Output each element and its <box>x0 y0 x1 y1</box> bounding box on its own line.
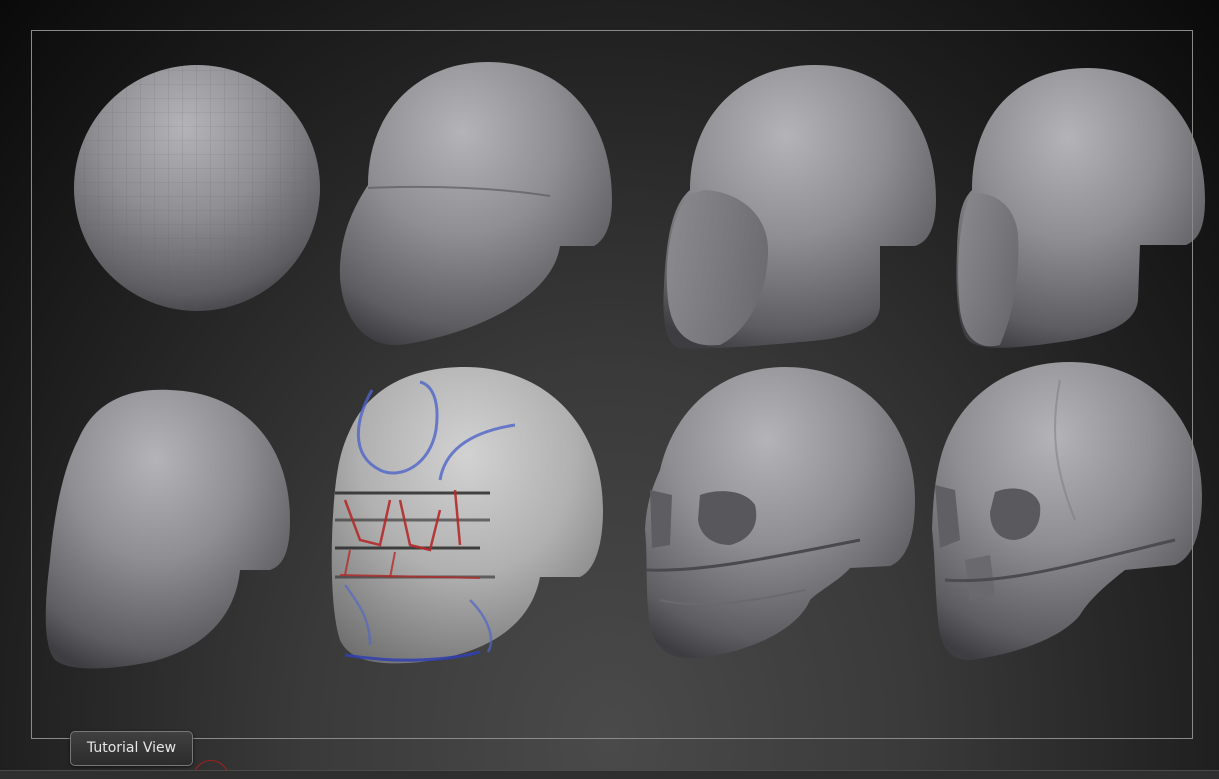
refined-blockout-stage[interactable] <box>956 68 1205 348</box>
zbrush-canvas[interactable] <box>0 0 1219 779</box>
sphere-stage[interactable] <box>74 65 320 311</box>
smoothed-head-stage[interactable] <box>45 389 291 669</box>
face-plane-blockout-stage[interactable] <box>663 65 936 349</box>
model-stages-canvas[interactable] <box>0 0 1219 779</box>
guide-lines-stage[interactable] <box>331 367 603 664</box>
bottom-shelf <box>0 770 1219 779</box>
tutorial-view-button[interactable]: Tutorial View <box>70 731 193 766</box>
detailed-skull-stage[interactable] <box>932 362 1202 660</box>
carved-skull-stage[interactable] <box>645 367 915 659</box>
cranium-jaw-blockout-stage[interactable] <box>339 62 612 346</box>
